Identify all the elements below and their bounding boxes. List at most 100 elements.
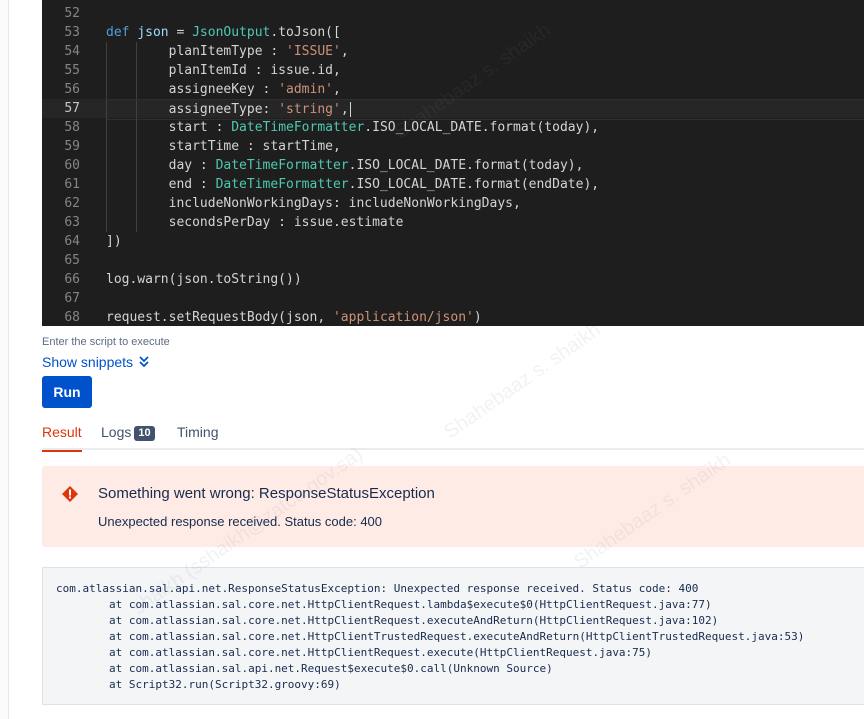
trace-line: at Script32.run(Script32.groovy:69): [109, 678, 341, 691]
code-token: .ISO_LOCAL_DATE.format(endDate),: [348, 177, 600, 192]
trace-line: at com.atlassian.sal.core.net.HttpClient…: [109, 630, 805, 643]
code-token: log.warn(json.toString()): [106, 272, 302, 287]
indent-guide: [136, 156, 137, 175]
code-line[interactable]: 63 secondsPerDay : issue.estimate: [42, 213, 864, 232]
result-tabs: Result Logs 10 Timing: [42, 420, 864, 452]
code-token: ,: [340, 44, 349, 59]
code-line[interactable]: 53 def json = JsonOutput.toJson([: [42, 23, 864, 42]
text-cursor: [349, 102, 351, 117]
code-token: ): [473, 310, 482, 325]
indent-guide: [136, 137, 137, 156]
code-text: planItemType : 'ISSUE',: [106, 42, 864, 61]
left-rail: [0, 0, 9, 719]
line-number: 64: [64, 234, 80, 249]
logs-count-badge: 10: [134, 426, 155, 441]
code-line[interactable]: 68 request.setRequestBody(json, 'applicat…: [42, 308, 864, 326]
code-token: startTime : startTime,: [106, 139, 341, 154]
tab-result-label: Result: [42, 424, 82, 440]
code-token: request.setRequestBody(json,: [106, 310, 333, 325]
code-token: JsonOutput: [192, 25, 271, 40]
line-number: 67: [64, 291, 80, 306]
trace-line: at com.atlassian.sal.core.net.HttpClient…: [109, 598, 712, 611]
tab-logs[interactable]: Logs 10: [101, 424, 155, 448]
code-line[interactable]: 62 includeNonWorkingDays: includeNonWork…: [42, 194, 864, 213]
indent-guide: [136, 80, 137, 99]
code-line[interactable]: 60 day : DateTimeFormatter.ISO_LOCAL_DAT…: [42, 156, 864, 175]
line-number: 65: [64, 253, 80, 268]
code-token: 'ISSUE': [286, 44, 341, 59]
code-text: planItemId : issue.id,: [106, 61, 864, 80]
code-line[interactable]: 52: [42, 4, 864, 23]
code-text: assigneeType: 'string',: [106, 99, 864, 120]
code-token: planItemType :: [106, 44, 287, 59]
code-line[interactable]: 65: [42, 251, 864, 270]
error-icon: [62, 486, 78, 502]
run-button[interactable]: Run: [42, 376, 92, 408]
indent-guide: [136, 213, 137, 232]
tab-result[interactable]: Result: [42, 424, 82, 452]
code-text: ]): [106, 232, 864, 251]
code-line[interactable]: 58 start : DateTimeFormatter.ISO_LOCAL_D…: [42, 118, 864, 137]
line-number: 56: [64, 82, 80, 97]
code-token: assigneeKey :: [106, 82, 279, 97]
script-editor[interactable]: 52 53 def json = JsonOutput.toJson([54 pla…: [42, 0, 864, 326]
code-text: includeNonWorkingDays: includeNonWorking…: [106, 194, 864, 213]
indent-guide: [106, 118, 107, 137]
code-token: 'application/json': [332, 310, 474, 325]
trace-line: at com.atlassian.sal.api.net.Request$exe…: [109, 662, 553, 675]
indent-guide: [106, 175, 107, 194]
code-token: DateTimeFormatter: [231, 120, 365, 135]
error-banner: Something went wrong: ResponseStatusExce…: [42, 466, 864, 547]
line-number: 52: [64, 6, 80, 21]
line-number: 58: [64, 120, 80, 135]
indent-guide: [136, 42, 137, 61]
show-snippets-link[interactable]: Show snippets: [42, 354, 149, 370]
code-token: ,: [332, 82, 341, 97]
error-title: Something went wrong: ResponseStatusExce…: [98, 485, 435, 502]
code-text: request.setRequestBody(json, 'applicatio…: [106, 308, 864, 326]
indent-guide: [106, 156, 107, 175]
line-number: 60: [64, 158, 80, 173]
tab-timing[interactable]: Timing: [177, 424, 219, 448]
indent-guide: [106, 100, 107, 119]
line-number: 55: [64, 63, 80, 78]
line-number: 63: [64, 215, 80, 230]
code-text: assigneeKey : 'admin',: [106, 80, 864, 99]
code-token: .toJson([: [270, 25, 341, 40]
trace-line: com.atlassian.sal.api.net.ResponseStatus…: [56, 582, 699, 595]
code-line[interactable]: 55 planItemId : issue.id,: [42, 61, 864, 80]
indent-guide: [106, 80, 107, 99]
code-token: 'string': [278, 102, 341, 117]
code-line[interactable]: 66 log.warn(json.toString()): [42, 270, 864, 289]
code-text: log.warn(json.toString()): [106, 270, 864, 289]
code-token: day :: [106, 158, 216, 173]
code-token: assigneeType:: [106, 102, 279, 117]
code-text: day : DateTimeFormatter.ISO_LOCAL_DATE.f…: [106, 156, 864, 175]
indent-guide: [106, 137, 107, 156]
code-line[interactable]: 56 assigneeKey : 'admin',: [42, 80, 864, 99]
indent-guide: [106, 42, 107, 61]
code-token: end :: [106, 177, 216, 192]
code-token: =: [168, 25, 193, 40]
code-text: start : DateTimeFormatter.ISO_LOCAL_DATE…: [106, 118, 864, 137]
trace-line: at com.atlassian.sal.core.net.HttpClient…: [109, 614, 719, 627]
double-chevron-down-icon: [139, 356, 149, 368]
editor-hint: Enter the script to execute: [42, 336, 170, 348]
code-text: end : DateTimeFormatter.ISO_LOCAL_DATE.f…: [106, 175, 864, 194]
indent-guide: [106, 61, 107, 80]
code-token: json: [137, 25, 169, 40]
code-token: ]): [106, 234, 122, 249]
code-line[interactable]: 59 startTime : startTime,: [42, 137, 864, 156]
error-message: Unexpected response received. Status cod…: [98, 514, 383, 529]
code-token: secondsPerDay : issue.estimate: [106, 215, 404, 230]
code-line[interactable]: 54 planItemType : 'ISSUE',: [42, 42, 864, 61]
line-number: 61: [64, 177, 80, 192]
code-line[interactable]: 64]): [42, 232, 864, 251]
code-line[interactable]: 67: [42, 289, 864, 308]
code-token: DateTimeFormatter: [215, 158, 349, 173]
code-token: 'admin': [278, 82, 333, 97]
code-line[interactable]: 57 assigneeType: 'string',: [42, 99, 864, 120]
line-number: 68: [64, 310, 80, 325]
indent-guide: [136, 118, 137, 137]
code-line[interactable]: 61 end : DateTimeFormatter.ISO_LOCAL_DAT…: [42, 175, 864, 194]
